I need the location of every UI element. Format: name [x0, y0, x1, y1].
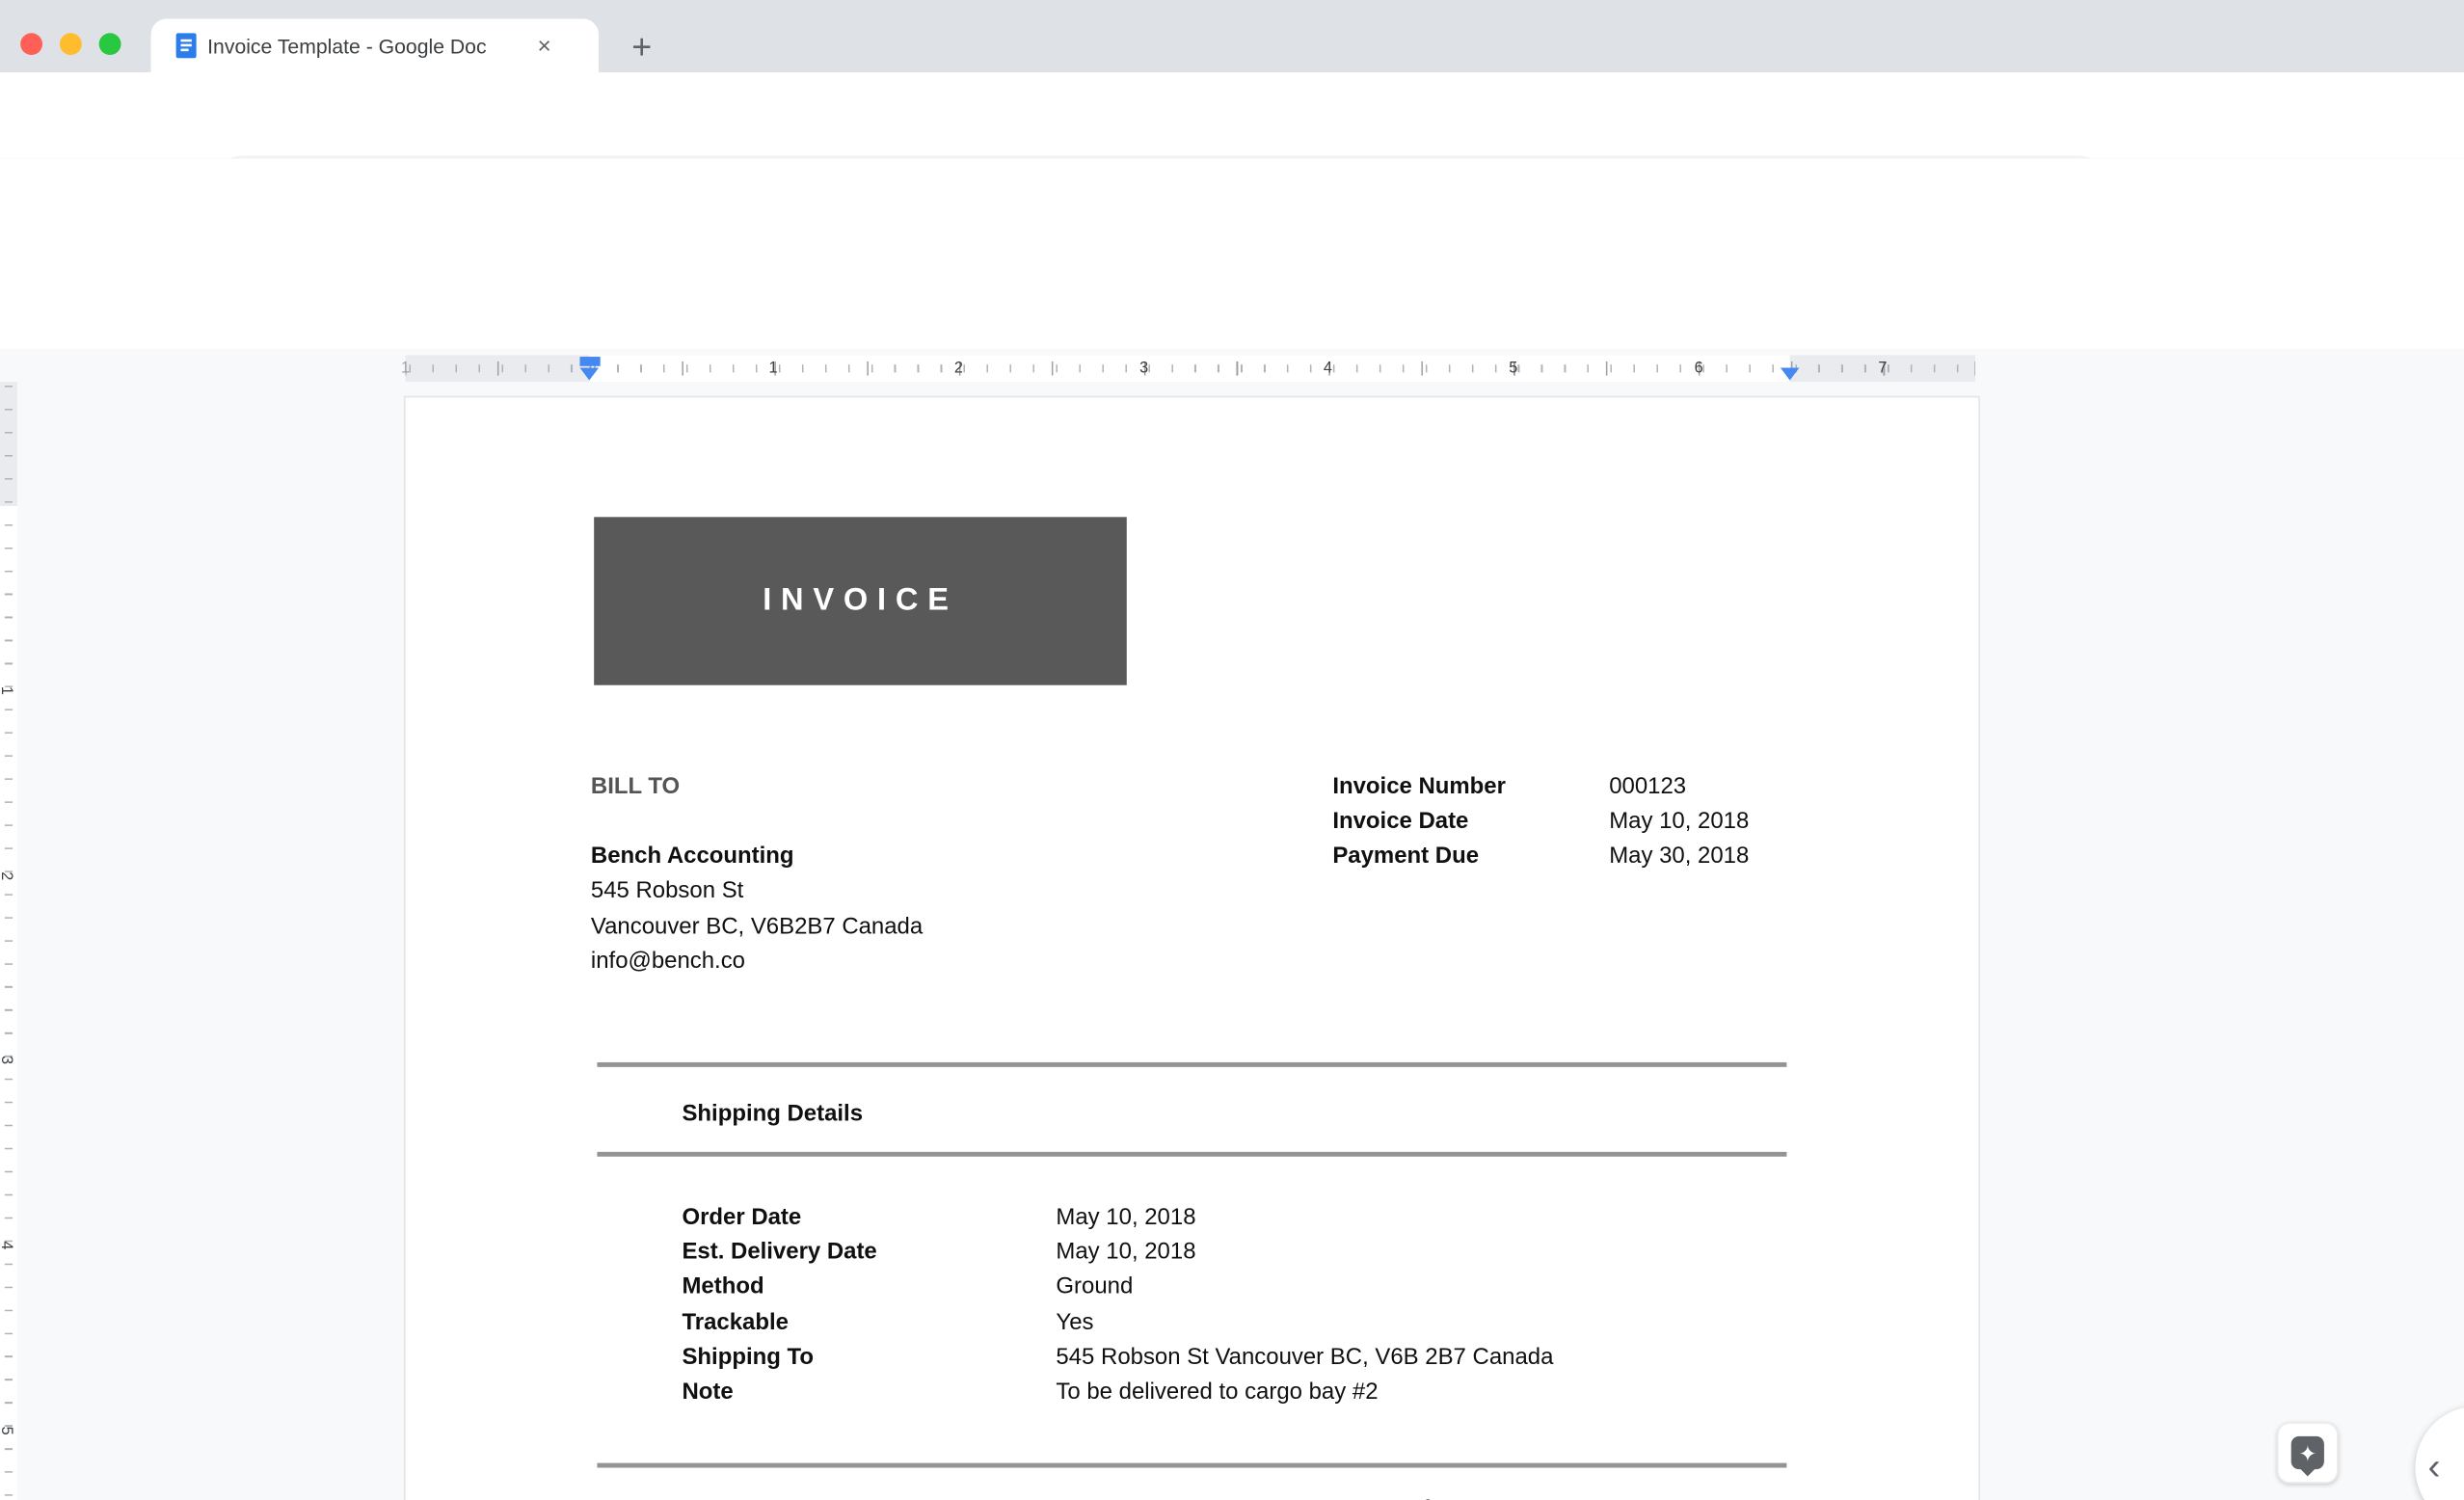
bill-to-heading: BILL TO — [590, 774, 681, 800]
bill-to-name: Bench Accounting — [590, 844, 794, 870]
ruler-number: 5 — [1509, 360, 1518, 378]
horizontal-ruler[interactable]: 1 1 2 3 4 5 6 7 — [401, 355, 1976, 383]
vertical-ruler[interactable]: 1 2 3 4 5 — [0, 382, 17, 1500]
bill-to-address1: 545 Robson St — [590, 878, 744, 904]
ruler-number: 4 — [0, 1241, 14, 1249]
ruler-number: 1 — [0, 686, 14, 695]
browser-tab[interactable]: Invoice Template - Google Doc × — [150, 18, 600, 72]
shipping-row-value: May 10, 2018 — [1056, 1240, 1196, 1266]
ruler-number: 2 — [0, 871, 14, 880]
docs-header: Invoice Template ☆ File Edit View Insert… — [0, 158, 2464, 414]
invoice-number-value: 000123 — [1609, 774, 1687, 800]
scaled-stage: Invoice Template - Google Doc × + https:… — [0, 0, 2464, 1500]
explore-button[interactable]: ✦ — [2277, 1422, 2339, 1484]
first-line-indent-marker[interactable] — [578, 357, 600, 366]
minimize-window-button[interactable] — [59, 33, 82, 56]
tab-title: Invoice Template - Google Doc — [207, 34, 487, 58]
shipping-row-value: Yes — [1056, 1310, 1094, 1336]
tab-close-icon[interactable]: × — [537, 32, 550, 59]
horizontal-rule — [597, 1462, 1787, 1467]
horizontal-rule — [597, 1061, 1787, 1067]
screenshot-viewport: Invoice Template - Google Doc × + https:… — [0, 0, 2464, 1500]
ruler-number: 1 — [768, 360, 778, 378]
shipping-row-label: Method — [682, 1274, 764, 1300]
format-toolbar: A 100% ▾ Normal text ▾ Arial ▾ 11 ▾ B I … — [0, 282, 2464, 620]
explore-sparkle-icon: ✦ — [2290, 1435, 2324, 1477]
ruler-number: 4 — [1323, 360, 1332, 378]
ruler-halfinch-ticks — [405, 361, 1976, 376]
chevron-left-icon: ‹ — [2427, 1445, 2441, 1488]
payment-due-value: May 30, 2018 — [1609, 844, 1750, 870]
document-canvas: 1 1 2 3 4 5 6 7 1 2 3 4 5 INVOICE — [0, 348, 2464, 1500]
payment-due-label: Payment Due — [1332, 844, 1480, 870]
invoice-banner-text: INVOICE — [763, 582, 958, 618]
shipping-row-value: Ground — [1056, 1274, 1134, 1300]
ruler-number: 3 — [1139, 360, 1149, 378]
ruler-number: 3 — [0, 1056, 14, 1064]
ruler-number: 7 — [1878, 360, 1888, 378]
close-window-button[interactable] — [20, 33, 43, 56]
qty-column-header: Qty — [1329, 1493, 1368, 1500]
shipping-row-label: Note — [682, 1379, 734, 1406]
shipping-details-heading: Shipping Details — [682, 1101, 864, 1127]
docs-favicon — [175, 33, 197, 59]
amount-column-header: Amount — [1571, 1493, 1658, 1500]
ruler-number: 2 — [953, 360, 963, 378]
unit-cost-column-header: Unit Cost — [1394, 1493, 1496, 1500]
shipping-row-value: May 10, 2018 — [1056, 1205, 1196, 1231]
shipping-row-value: To be delivered to cargo bay #2 — [1056, 1379, 1379, 1406]
new-tab-button[interactable]: + — [631, 27, 652, 67]
ruler-number: 5 — [0, 1427, 14, 1435]
ruler-number: 1 — [401, 360, 411, 378]
invoice-banner: INVOICE — [594, 517, 1127, 685]
bill-to-address2: Vancouver BC, V6B2B7 Canada — [590, 914, 924, 940]
shipping-row-value: 545 Robson St Vancouver BC, V6B 2B7 Cana… — [1056, 1345, 1554, 1371]
shipping-row-label: Trackable — [682, 1310, 789, 1336]
invoice-date-value: May 10, 2018 — [1609, 809, 1750, 835]
vertical-ruler-ticks — [4, 382, 13, 1500]
maximize-window-button[interactable] — [98, 33, 121, 56]
window-titlebar: Invoice Template - Google Doc × + — [0, 0, 2464, 72]
right-indent-marker[interactable] — [1780, 367, 1800, 381]
ruler-number: 6 — [1694, 360, 1703, 378]
horizontal-rule — [597, 1151, 1787, 1156]
items-column-header: Items — [682, 1493, 742, 1500]
document-page[interactable]: INVOICE BILL TO Bench Accounting 545 Rob… — [405, 397, 1979, 1500]
invoice-number-label: Invoice Number — [1332, 774, 1506, 800]
bill-to-email: info@bench.co — [590, 949, 745, 975]
browser-toolbar: https://docs.google.com/document/d/1lnAe… — [0, 71, 2464, 214]
shipping-row-label: Order Date — [682, 1205, 802, 1231]
shipping-row-label: Shipping To — [682, 1345, 814, 1371]
shipping-row-label: Est. Delivery Date — [682, 1240, 877, 1266]
left-indent-marker[interactable] — [578, 367, 599, 381]
invoice-date-label: Invoice Date — [1332, 809, 1469, 835]
